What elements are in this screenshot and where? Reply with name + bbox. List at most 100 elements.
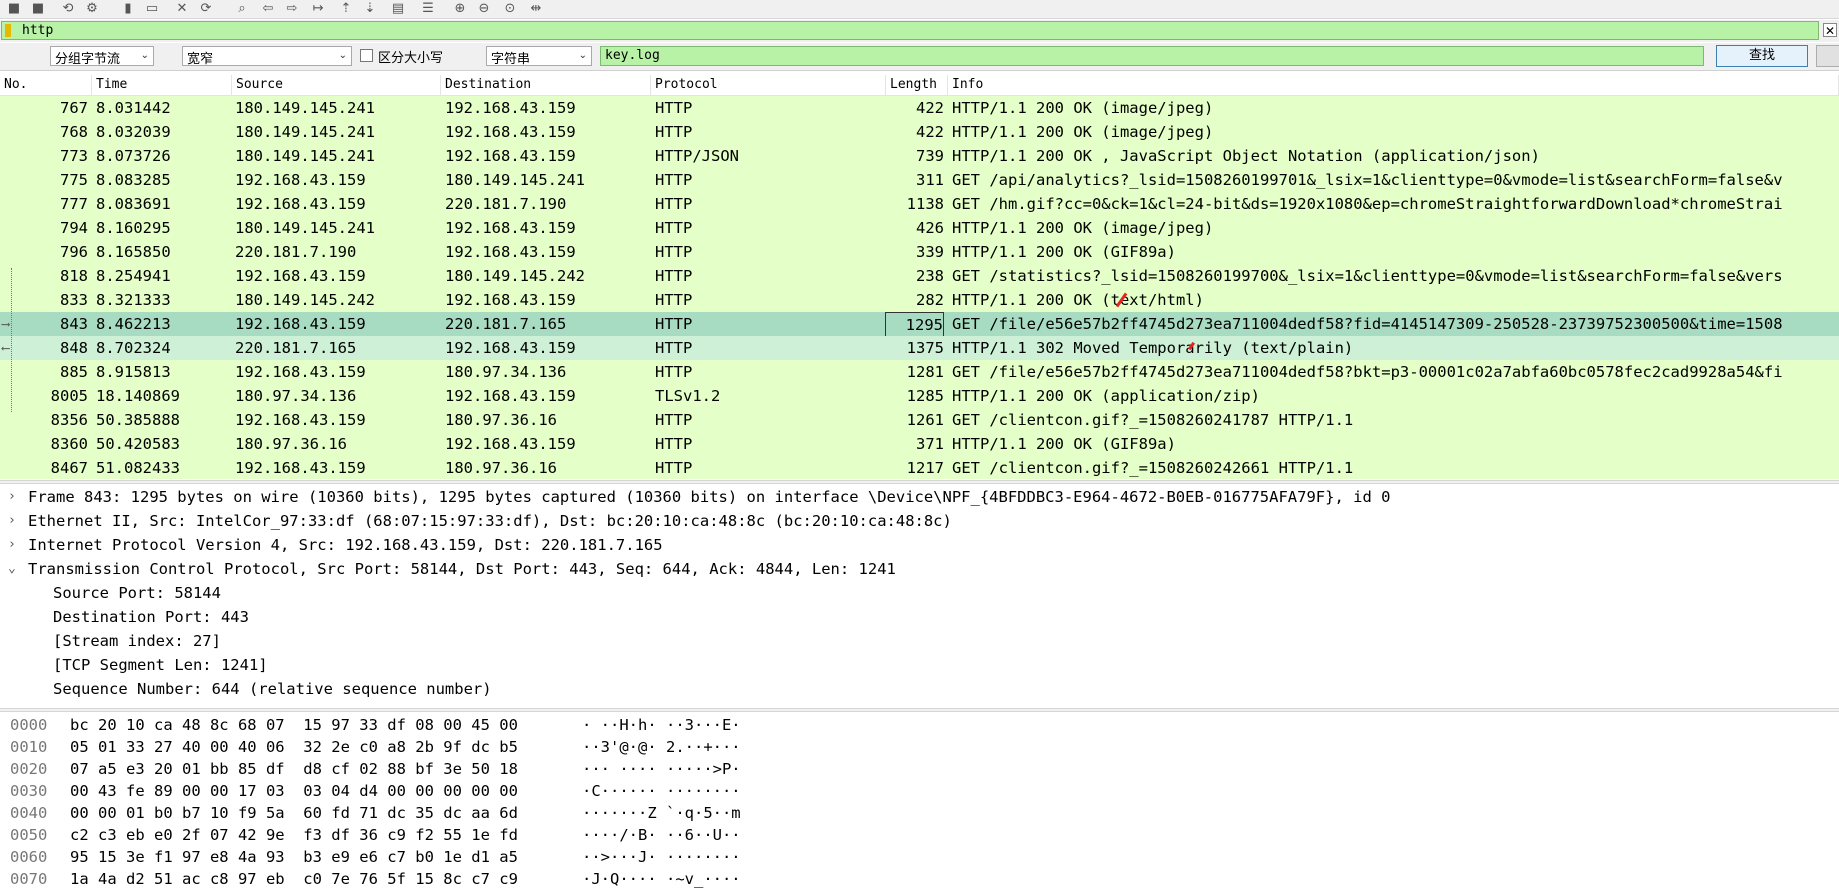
filter-clear-icon[interactable]: ✕ — [1823, 23, 1837, 38]
back-icon[interactable]: ⇦ — [258, 0, 278, 17]
charset-select[interactable]: 宽窄 ⌄ — [182, 46, 352, 67]
request-arrow-icon: ⟶ — [2, 317, 10, 331]
pane-splitter[interactable] — [0, 480, 1839, 484]
packet-row[interactable]: 848 8.702324 220.181.7.165 192.168.43.159 HT… — [0, 336, 1839, 360]
packet-row[interactable]: 885 8.915813 192.168.43.159 180.97.34.136 HT… — [0, 360, 1839, 384]
reload-icon[interactable]: ⟲ — [58, 0, 78, 17]
resize-columns-icon[interactable]: ⇹ — [526, 0, 546, 17]
display-filter-input[interactable]: http — [1, 21, 1819, 40]
packet-number: 885 — [60, 363, 88, 381]
zoom-out-icon[interactable]: ⊖ — [474, 0, 494, 17]
byte-hex: 05 01 33 27 40 00 40 06 32 2e c0 a8 2b 9… — [70, 738, 518, 756]
bottom-icon[interactable]: ⇣ — [360, 0, 380, 17]
packet-row[interactable]: 8467 51.082433 192.168.43.159 180.97.36.16 H… — [0, 456, 1839, 479]
column-header-length[interactable]: Length — [886, 75, 948, 95]
pane-splitter[interactable] — [0, 708, 1839, 712]
packet-protocol: HTTP — [655, 315, 693, 333]
packet-destination: 192.168.43.159 — [445, 435, 576, 453]
expand-icon[interactable]: › — [8, 485, 16, 509]
byte-offset: 0070 — [10, 870, 48, 888]
packet-number: 767 — [60, 99, 88, 117]
find-icon[interactable]: ⌕ — [232, 0, 252, 17]
packet-protocol: HTTP/JSON — [655, 147, 739, 165]
byte-offset: 0010 — [10, 738, 48, 756]
expand-icon[interactable]: › — [8, 509, 16, 533]
packet-length: 1295 — [885, 312, 944, 338]
packet-number: 843 — [60, 315, 88, 333]
packet-destination: 192.168.43.159 — [445, 243, 576, 261]
close-icon[interactable]: ✕ — [172, 0, 192, 17]
column-header-destination[interactable]: Destination — [441, 75, 651, 95]
byte-offset: 0040 — [10, 804, 48, 822]
restart-icon[interactable]: ■ — [28, 0, 48, 17]
packet-row[interactable]: 777 8.083691 192.168.43.159 220.181.7.190 HT… — [0, 192, 1839, 216]
packet-number: 848 — [60, 339, 88, 357]
column-header-info[interactable]: Info — [948, 75, 1839, 95]
options-icon[interactable]: ⚙ — [82, 0, 102, 17]
main-toolbar: ■ ■ ⟲ ⚙ ▮ ▭ ✕ ⟳ ⌕ ⇦ ⇨ ↦ ⇡ ⇣ ▤ ☰ ⊕ ⊖ ⊙ ⇹ — [0, 0, 1839, 19]
packet-details-pane[interactable]: › Frame 843: 1295 bytes on wire (10360 bi… — [0, 485, 1839, 707]
packet-protocol: HTTP — [655, 99, 693, 117]
colorize-icon[interactable]: ☰ — [418, 0, 438, 17]
packet-bytes-pane[interactable]: 0000 bc 20 10 ca 48 8c 68 07 15 97 33 df … — [0, 714, 1839, 890]
packet-list-header: No. Time Source Destination Protocol Length In… — [0, 75, 1839, 96]
packet-row[interactable]: 773 8.073726 180.149.145.241 192.168.43.159… — [0, 144, 1839, 168]
byte-hex: c2 c3 eb e0 2f 07 42 9e f3 df 36 c9 f2 5… — [70, 826, 518, 844]
stop-icon[interactable]: ■ — [4, 0, 24, 17]
column-header-protocol[interactable]: Protocol — [651, 75, 886, 95]
packet-row[interactable]: 775 8.083285 192.168.43.159 180.149.145.241… — [0, 168, 1839, 192]
save-icon[interactable]: ▭ — [142, 0, 162, 17]
packet-number: 794 — [60, 219, 88, 237]
column-header-no[interactable]: No. — [0, 75, 92, 95]
column-header-source[interactable]: Source — [232, 75, 441, 95]
byte-hex: 00 43 fe 89 00 00 17 03 03 04 d4 00 00 0… — [70, 782, 518, 800]
case-sensitive-checkbox[interactable] — [360, 49, 373, 62]
packet-source: 192.168.43.159 — [235, 171, 366, 189]
packet-row[interactable]: 796 8.165850 220.181.7.190 192.168.43.159 HT… — [0, 240, 1839, 264]
packet-source: 220.181.7.190 — [235, 243, 357, 261]
packet-row[interactable]: 833 8.321333 180.149.145.242 192.168.43.159… — [0, 288, 1839, 312]
packet-number: 8360 — [50, 435, 88, 453]
search-scope-select[interactable]: 分组字节流 ⌄ — [50, 46, 154, 67]
expand-icon[interactable]: › — [8, 533, 16, 557]
charset-value: 宽窄 — [187, 52, 214, 67]
open-icon[interactable]: ▮ — [118, 0, 138, 17]
search-type-select[interactable]: 字符串 ⌄ — [486, 46, 592, 67]
packet-info: HTTP/1.1 200 OK (GIF89a) — [952, 435, 1176, 453]
packet-row[interactable]: 794 8.160295 180.149.145.241 192.168.43.159… — [0, 216, 1839, 240]
packet-info: GET /api/analytics?_lsid=1508260199701&_… — [952, 171, 1783, 189]
cancel-find-button[interactable] — [1816, 45, 1839, 67]
packet-row[interactable]: 843 8.462213 192.168.43.159 220.181.7.165 HT… — [0, 312, 1839, 338]
byte-offset: 0000 — [10, 716, 48, 734]
find-button[interactable]: 查找 — [1716, 45, 1808, 67]
packet-row[interactable]: 8356 50.385888 192.168.43.159 180.97.36.16 H… — [0, 408, 1839, 432]
packet-protocol: HTTP — [655, 339, 693, 357]
collapse-icon[interactable]: ⌄ — [8, 557, 16, 581]
packet-info: GET /statistics?_lsid=1508260199700&_lsi… — [952, 267, 1783, 285]
autoscroll-icon[interactable]: ▤ — [388, 0, 408, 17]
chevron-down-icon: ⌄ — [140, 50, 149, 61]
packet-time: 8.462213 — [96, 315, 171, 333]
packet-row[interactable]: 818 8.254941 192.168.43.159 180.149.145.242… — [0, 264, 1839, 288]
packet-row[interactable]: 768 8.032039 180.149.145.241 192.168.43.159… — [0, 120, 1839, 144]
packet-row[interactable]: 8360 50.420583 180.97.36.16 192.168.43.159 H… — [0, 432, 1839, 456]
packet-time: 51.082433 — [96, 459, 180, 477]
byte-offset: 0050 — [10, 826, 48, 844]
packet-time: 8.032039 — [96, 123, 171, 141]
forward-icon[interactable]: ⇨ — [282, 0, 302, 17]
packet-source: 192.168.43.159 — [235, 315, 366, 333]
packet-list[interactable]: 767 8.031442 180.149.145.241 192.168.43.159… — [0, 96, 1839, 479]
bookmark-icon[interactable] — [5, 24, 11, 37]
zoom-in-icon[interactable]: ⊕ — [450, 0, 470, 17]
column-header-time[interactable]: Time — [92, 75, 232, 95]
search-input[interactable]: key.log — [600, 46, 1704, 66]
response-arrow-icon: ⟵ — [2, 341, 10, 355]
refresh-icon[interactable]: ⟳ — [196, 0, 216, 17]
goto-icon[interactable]: ↦ — [308, 0, 328, 17]
zoom-normal-icon[interactable]: ⊙ — [500, 0, 520, 17]
packet-number: 833 — [60, 291, 88, 309]
top-icon[interactable]: ⇡ — [336, 0, 356, 17]
packet-row[interactable]: 8005 18.140869 180.97.34.136 192.168.43.159… — [0, 384, 1839, 408]
packet-source: 180.97.34.136 — [235, 387, 357, 405]
packet-row[interactable]: 767 8.031442 180.149.145.241 192.168.43.159… — [0, 96, 1839, 120]
